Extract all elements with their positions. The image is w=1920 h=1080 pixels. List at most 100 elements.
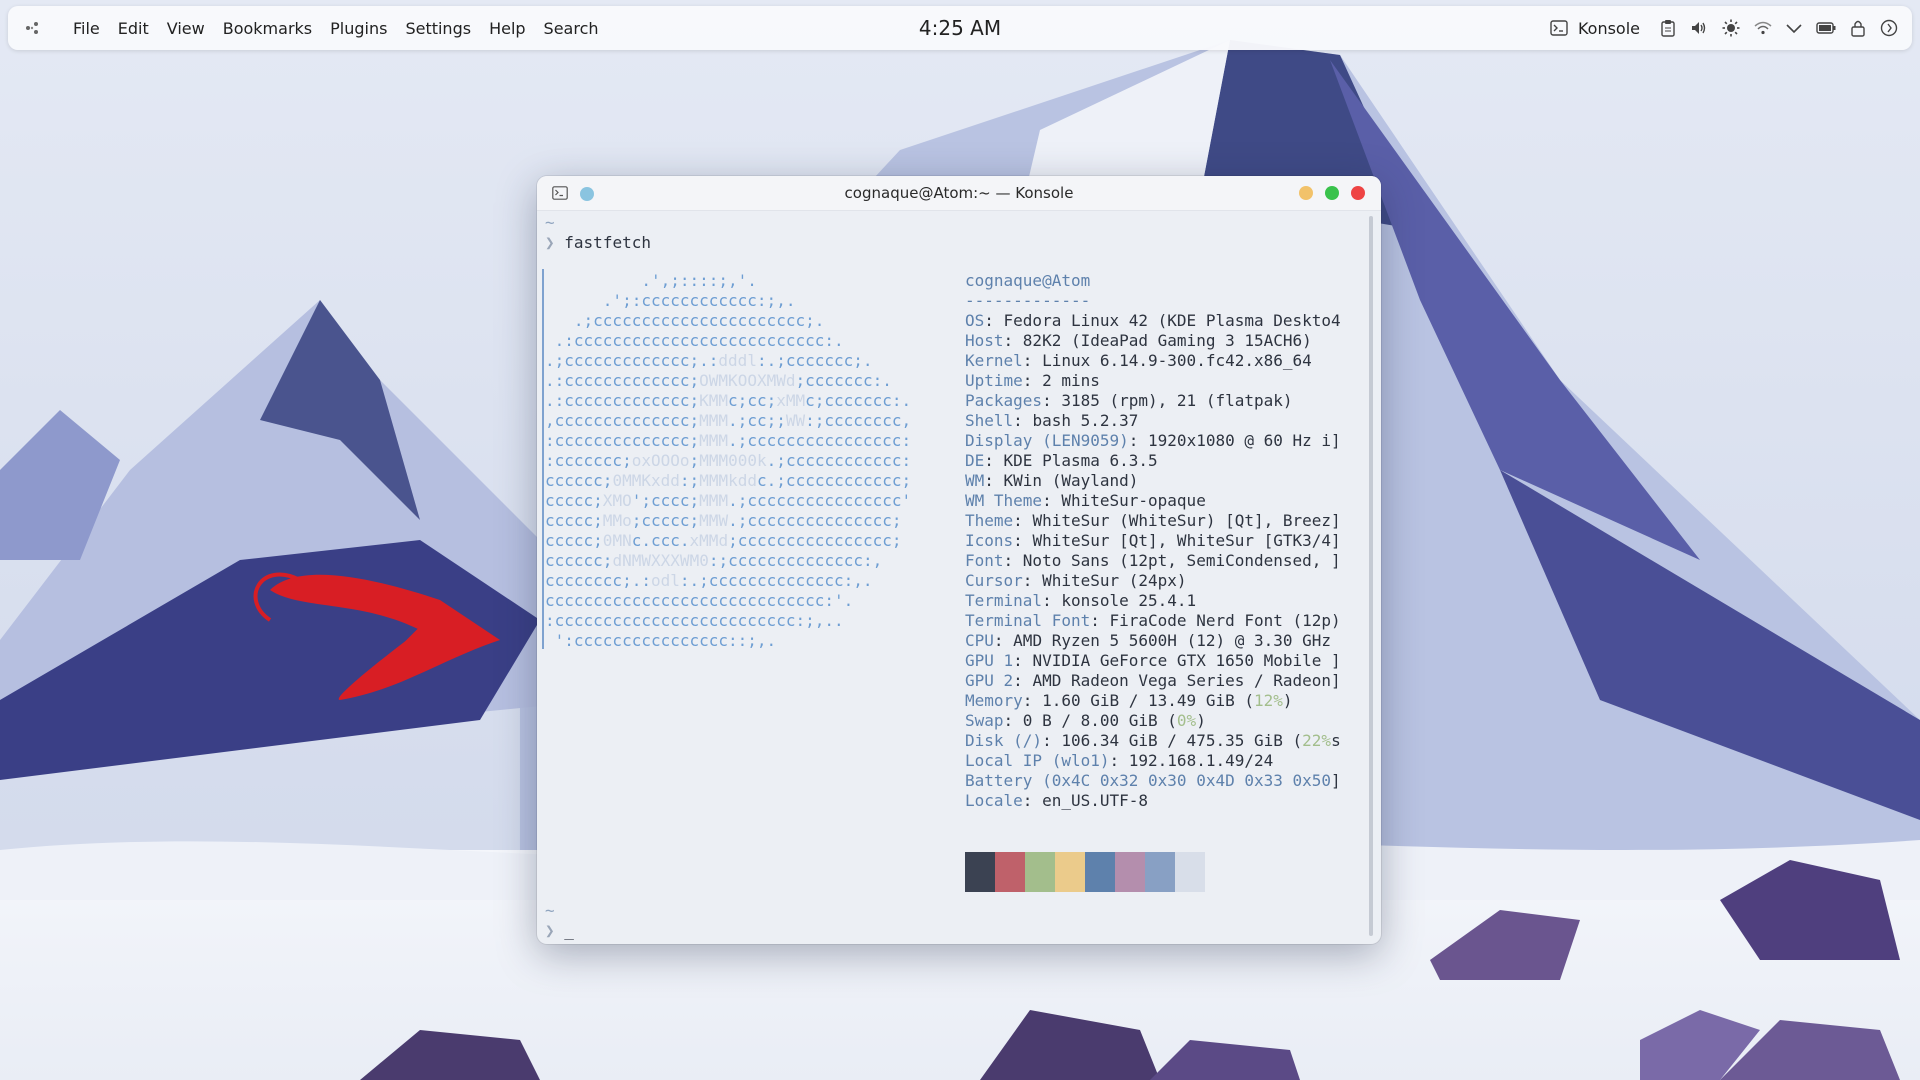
logo-line: .;cccccccccccccccccccccc;.: [545, 311, 825, 330]
chevron-down-icon[interactable]: [1786, 22, 1802, 34]
menu-view[interactable]: View: [158, 19, 214, 38]
prompt-arrow-2: ❯: [545, 921, 555, 940]
text-cursor: _: [564, 921, 574, 940]
info-key: Swap: [965, 711, 1004, 730]
info-key: Display (LEN9059): [965, 431, 1129, 450]
info-value: WhiteSur [Qt], WhiteSur [GTK3/4]: [1032, 531, 1341, 550]
brightness-icon[interactable]: [1722, 19, 1740, 37]
logo-line: ccccc;MMo;ccccc;MMW.;ccccccccccccccc;: [545, 511, 902, 530]
info-line: DE: KDE Plasma 6.3.5: [965, 451, 1158, 470]
terminal-scrollbar[interactable]: [1369, 216, 1373, 936]
app-launcher-icon[interactable]: [22, 18, 42, 38]
info-percent: 12%: [1253, 691, 1283, 710]
menu-bookmarks[interactable]: Bookmarks: [214, 19, 321, 38]
logo-line: .:ccccccccccccc;OWMKOOXMWd;ccccccc:.: [545, 371, 892, 390]
info-value: AMD Ryzen 5 5600H (12) @ 3.30 GHz: [1013, 631, 1332, 650]
info-line: OS: Fedora Linux 42 (KDE Plasma Deskto4: [965, 311, 1341, 330]
menu-edit[interactable]: Edit: [109, 19, 158, 38]
info-line: Cursor: WhiteSur (24px): [965, 571, 1187, 590]
system-info-list: cognaque@Atom ------------- OS: Fedora Lin…: [965, 271, 1341, 811]
clipboard-icon[interactable]: [1660, 19, 1676, 37]
info-value: KWin (Wayland): [1003, 471, 1139, 490]
info-key: OS: [965, 311, 985, 330]
logo-line: ':cccccccccccccccc::;,.: [545, 631, 777, 650]
info-key: DE: [965, 451, 985, 470]
volume-icon[interactable]: [1690, 20, 1708, 36]
info-key: Terminal: [965, 591, 1043, 610]
info-key: Uptime: [965, 371, 1023, 390]
info-key: Font: [965, 551, 1004, 570]
terminal-icon: [1550, 20, 1568, 36]
active-app-label: Konsole: [1577, 18, 1640, 38]
info-line: Icons: WhiteSur [Qt], WhiteSur [GTK3/4]: [965, 531, 1341, 550]
info-line: Packages: 3185 (rpm), 21 (flatpak): [965, 391, 1293, 410]
close-button[interactable]: [1351, 186, 1365, 200]
fedora-ascii-logo: .',;::::;,'. .';:cccccccccccc:;,. .;cccc…: [545, 271, 911, 651]
logo-line: .',;::::;,'.: [545, 271, 757, 290]
info-line: Memory: 1.60 GiB / 13.49 GiB (12%): [965, 691, 1293, 710]
terminal-view[interactable]: ~ ❯ fastfetch .',;::::;,'. .';:ccccccccc…: [537, 211, 1367, 944]
info-key: Local IP (wlo1): [965, 751, 1110, 770]
info-value: ]: [1331, 771, 1341, 790]
info-value: KDE Plasma 6.3.5: [1003, 451, 1158, 470]
system-tray: Konsole: [1550, 6, 1898, 50]
info-key: GPU 1: [965, 651, 1014, 670]
info-host: @Atom: [1042, 271, 1091, 290]
info-value: NVIDIA GeForce GTX 1650 Mobile ]: [1032, 651, 1341, 670]
info-key: Theme: [965, 511, 1014, 530]
info-value: 1.60 GiB / 13.49 GiB (: [1042, 691, 1254, 710]
info-value: en_US.UTF-8: [1042, 791, 1149, 810]
info-value: 82K2 (IdeaPad Gaming 3 15ACH6): [1022, 331, 1312, 350]
minimize-button[interactable]: [1299, 186, 1313, 200]
info-line: Theme: WhiteSur (WhiteSur) [Qt], Breez]: [965, 511, 1341, 530]
info-key: Packages: [965, 391, 1043, 410]
info-value: Linux 6.14.9-300.fc42.x86_64: [1042, 351, 1312, 370]
info-value: Noto Sans (12pt, SemiCondensed, ]: [1022, 551, 1341, 570]
menu-plugins[interactable]: Plugins: [321, 19, 396, 38]
info-key: Shell: [965, 411, 1014, 430]
logo-line: .:cccccccccccccccccccccccccc:.: [545, 331, 844, 350]
battery-icon[interactable]: [1816, 21, 1836, 35]
logo-line: ,cccccccccccccc;MMM.;cc;;WW:;cccccccc,: [545, 411, 912, 430]
palette-swatch: [1145, 852, 1175, 892]
active-app-indicator[interactable]: Konsole: [1550, 19, 1640, 38]
prompt-line-2: ❯ _: [545, 921, 574, 941]
info-key: Kernel: [965, 351, 1023, 370]
info-value: bash 5.2.37: [1032, 411, 1139, 430]
logo-accent-bar: [542, 269, 544, 649]
menu-file[interactable]: File: [64, 19, 109, 38]
menu-help[interactable]: Help: [480, 19, 534, 38]
info-value: FiraCode Nerd Font (12p): [1109, 611, 1341, 630]
info-line: Disk (/): 106.34 GiB / 475.35 GiB (22%s: [965, 731, 1341, 750]
logo-line: .;ccccccccccccc;.:dddl:.;ccccccc;.: [545, 351, 873, 370]
info-key: Host: [965, 331, 1004, 350]
info-key: Cursor: [965, 571, 1023, 590]
info-key: Terminal Font: [965, 611, 1091, 630]
info-line: CPU: AMD Ryzen 5 5600H (12) @ 3.30 GHz: [965, 631, 1332, 650]
info-key: Icons: [965, 531, 1014, 550]
logo-line: :cccccccccccccc;MMM.;cccccccccccccccc:: [545, 431, 912, 450]
logo-line: :ccccccc;oxOOOo;MMM000k.;cccccccccccc:: [545, 451, 912, 470]
window-titlebar[interactable]: cognaque@Atom:~ — Konsole: [537, 176, 1381, 211]
lock-icon[interactable]: [1850, 19, 1866, 37]
info-line: Font: Noto Sans (12pt, SemiCondensed, ]: [965, 551, 1341, 570]
info-line: cognaque@Atom: [965, 271, 1341, 291]
info-line: Locale: en_US.UTF-8: [965, 791, 1149, 810]
info-key: Locale: [965, 791, 1023, 810]
maximize-button[interactable]: [1325, 186, 1339, 200]
info-value: konsole 25.4.1: [1061, 591, 1197, 610]
palette-swatch: [995, 852, 1025, 892]
info-percent: 22%: [1302, 731, 1332, 750]
menu-search[interactable]: Search: [535, 19, 608, 38]
logo-line: :ccccccccccccccccccccccccc:;,..: [545, 611, 844, 630]
menu-settings[interactable]: Settings: [396, 19, 480, 38]
info-line: GPU 2: AMD Radeon Vega Series / Radeon]: [965, 671, 1341, 690]
wifi-icon[interactable]: [1754, 21, 1772, 35]
konsole-window: cognaque@Atom:~ — Konsole ~ ❯ fastfetch …: [537, 176, 1381, 944]
palette-swatch: [1025, 852, 1055, 892]
info-line: Battery (0x4C 0x32 0x30 0x4D 0x33 0x50]: [965, 771, 1341, 791]
info-line: Terminal Font: FiraCode Nerd Font (12p): [965, 611, 1341, 630]
logo-line: cccccc;0MMKxdd:;MMMkddc.;cccccccccccc;: [545, 471, 912, 490]
info-key: Battery (0x4C 0x32 0x30 0x4D 0x33 0x50: [965, 771, 1332, 790]
power-icon[interactable]: [1880, 19, 1898, 37]
